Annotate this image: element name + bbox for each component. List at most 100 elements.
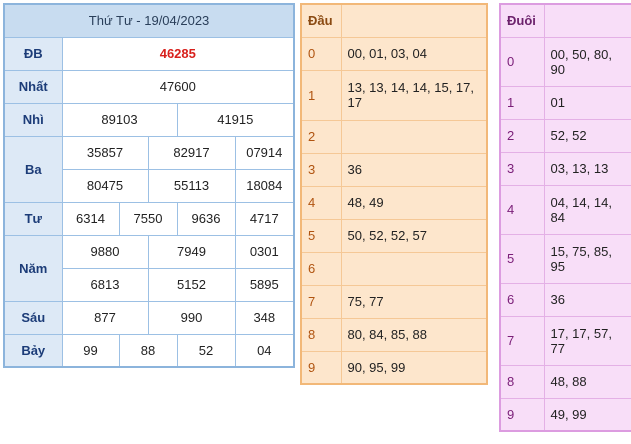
- head-row: 8 80, 84, 85, 88: [301, 318, 487, 352]
- prize-value: 7949: [147, 234, 236, 269]
- head-row: 1 13, 13, 14, 14, 15, 17, 17: [301, 70, 487, 121]
- tail-digit: 4: [500, 185, 545, 235]
- prize-value: 18084: [234, 168, 295, 203]
- tail-values: 00, 50, 80, 90: [544, 37, 631, 87]
- tail-digit: 7: [500, 316, 545, 366]
- head-values: 75, 77: [341, 285, 487, 319]
- prize-label-db: ĐB: [3, 36, 63, 71]
- head-values: 50, 52, 52, 57: [341, 219, 487, 253]
- prize-value: 9880: [61, 234, 149, 269]
- tail-digit: 5: [500, 234, 545, 284]
- tail-values: 15, 75, 85, 95: [544, 234, 631, 284]
- tail-digit: 8: [500, 365, 545, 399]
- head-values: 90, 95, 99: [341, 351, 487, 385]
- head-digit: 1: [301, 70, 342, 121]
- tail-digit: 0: [500, 37, 545, 87]
- head-row: 6: [301, 252, 487, 286]
- prize-value: 35857: [61, 135, 149, 170]
- prize-value: 0301: [234, 234, 295, 269]
- tail-values: 01: [544, 86, 631, 120]
- prize-value: 877: [61, 300, 149, 335]
- head-digit: 5: [301, 219, 342, 253]
- tail-digit: 9: [500, 398, 545, 432]
- tail-row: 5 15, 75, 85, 95: [500, 234, 631, 284]
- head-values: 48, 49: [341, 186, 487, 220]
- prize-value: 55113: [147, 168, 236, 203]
- prize-value: 9636: [176, 201, 236, 236]
- head-digit: 9: [301, 351, 342, 385]
- tail-header-label: Đuôi: [500, 4, 545, 38]
- tail-row: 2 52, 52: [500, 119, 631, 153]
- prize-value: 99: [61, 333, 120, 368]
- prize-value: 5152: [147, 267, 236, 302]
- head-row: 5 50, 52, 52, 57: [301, 219, 487, 253]
- lottery-results-table: Thứ Tư - 19/04/2023 ĐB 46285 Nhất 47600 …: [3, 3, 296, 368]
- tail-row: 6 36: [500, 283, 631, 317]
- head-digit: 3: [301, 153, 342, 187]
- tail-row: 3 03, 13, 13: [500, 152, 631, 186]
- prize-label-sau: Sáu: [3, 300, 63, 335]
- tail-values: 52, 52: [544, 119, 631, 153]
- head-digit: 6: [301, 252, 342, 286]
- prize-value: 47600: [61, 69, 295, 104]
- prize-value: 5895: [234, 267, 295, 302]
- prize-label-bay: Bảy: [3, 333, 63, 368]
- prize-value: 7550: [118, 201, 178, 236]
- head-digit: 7: [301, 285, 342, 319]
- prize-value: 07914: [234, 135, 295, 170]
- tail-digit: 3: [500, 152, 545, 186]
- head-table-header: Đầu: [301, 4, 487, 38]
- head-header-blank: [341, 4, 487, 38]
- tail-row: 0 00, 50, 80, 90: [500, 37, 631, 87]
- head-row: 0 00, 01, 03, 04: [301, 37, 487, 71]
- prize-value: 82917: [147, 135, 236, 170]
- tail-table-header: Đuôi: [500, 4, 631, 38]
- prize-row-bay: Bảy 99 88 52 04: [3, 333, 295, 368]
- prize-row-ba: Ba 35857 82917 07914: [3, 135, 295, 203]
- tail-values: 03, 13, 13: [544, 152, 631, 186]
- prize-row-sau: Sáu 877 990 348: [3, 300, 295, 335]
- head-digit: 0: [301, 37, 342, 71]
- prize-label-nam: Năm: [3, 234, 63, 302]
- prize-value: 88: [118, 333, 178, 368]
- prize-value: 80475: [61, 168, 149, 203]
- tail-row: 7 17, 17, 57, 77: [500, 316, 631, 366]
- results-date-title: Thứ Tư - 19/04/2023: [3, 3, 295, 38]
- prize-label-nhi: Nhì: [3, 102, 63, 137]
- tail-digit: 1: [500, 86, 545, 120]
- prize-row-nhi: Nhì 89103 41915: [3, 102, 295, 137]
- tail-values: 48, 88: [544, 365, 631, 399]
- head-header-label: Đầu: [301, 4, 342, 38]
- head-values: 13, 13, 14, 14, 15, 17, 17: [341, 70, 487, 121]
- head-digit-table: Đầu 0 00, 01, 03, 04 1 13, 13, 14, 14, 15,…: [300, 3, 488, 385]
- tail-header-blank: [544, 4, 631, 38]
- prize-value: 04: [234, 333, 295, 368]
- prize-value: 990: [147, 300, 236, 335]
- prize-value: 41915: [176, 102, 295, 137]
- special-prize-value: 46285: [61, 36, 295, 71]
- head-row: 4 48, 49: [301, 186, 487, 220]
- head-digit: 8: [301, 318, 342, 352]
- tail-values: 17, 17, 57, 77: [544, 316, 631, 366]
- head-digit: 2: [301, 120, 342, 154]
- head-values: 00, 01, 03, 04: [341, 37, 487, 71]
- tail-digit-table: Đuôi 0 00, 50, 80, 90 1 01 2 52, 52 3 03, 13…: [499, 3, 631, 432]
- tail-row: 8 48, 88: [500, 365, 631, 399]
- tail-row: 4 04, 14, 14, 84: [500, 185, 631, 235]
- head-row: 7 75, 77: [301, 285, 487, 319]
- prize-row-tu: Tư 6314 7550 9636 4717: [3, 201, 295, 236]
- tail-values: 36: [544, 283, 631, 317]
- prize-value: 52: [176, 333, 236, 368]
- prize-value: 6314: [61, 201, 120, 236]
- head-values: 80, 84, 85, 88: [341, 318, 487, 352]
- head-row: 2: [301, 120, 487, 154]
- tail-row: 1 01: [500, 86, 631, 120]
- prize-value: 6813: [61, 267, 149, 302]
- tail-digit: 2: [500, 119, 545, 153]
- prize-row-nhat: Nhất 47600: [3, 69, 295, 104]
- head-values: [341, 252, 487, 286]
- prize-label-ba: Ba: [3, 135, 63, 203]
- tail-values: 04, 14, 14, 84: [544, 185, 631, 235]
- head-values: 36: [341, 153, 487, 187]
- prize-row-db: ĐB 46285: [3, 36, 295, 71]
